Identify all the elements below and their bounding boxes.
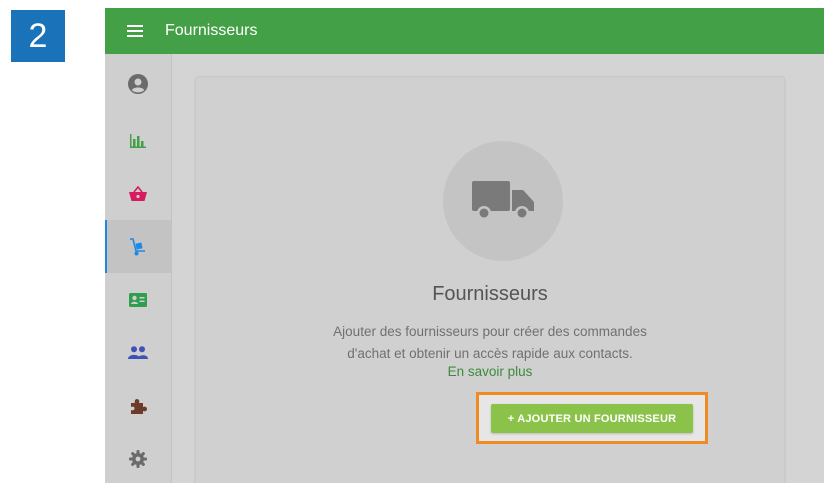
highlight-frame: + AJOUTER UN FOURNISSEUR	[476, 392, 708, 444]
people-icon	[128, 346, 148, 359]
page-title: Fournisseurs	[165, 22, 258, 39]
sidebar-item-employees[interactable]	[105, 326, 171, 379]
sidebar-item-account[interactable]	[105, 54, 171, 114]
add-supplier-button[interactable]: + AJOUTER UN FOURNISSEUR	[491, 404, 693, 433]
empty-state-card: Fournisseurs Ajouter des fournisseurs po…	[195, 76, 785, 483]
bar-chart-icon	[130, 133, 146, 148]
sidebar	[105, 54, 172, 483]
sidebar-item-integrations[interactable]	[105, 379, 171, 432]
empty-state-description: Ajouter des fournisseurs pour créer des …	[310, 321, 670, 365]
sidebar-item-customers[interactable]	[105, 273, 171, 326]
description-line-2: d'achat et obtenir un accès rapide aux c…	[347, 346, 633, 361]
gear-icon	[129, 449, 147, 468]
account-circle-icon	[128, 74, 148, 94]
top-app-bar: Fournisseurs	[105, 8, 824, 54]
app-window: Fournisseurs Fournisseurs Ajouter des fo…	[105, 8, 824, 483]
contact-card-icon	[129, 292, 147, 307]
sidebar-item-settings[interactable]	[105, 432, 171, 483]
step-number-badge: 2	[11, 10, 65, 62]
truck-icon	[472, 181, 534, 220]
sidebar-item-reports[interactable]	[105, 114, 171, 167]
menu-icon[interactable]	[127, 25, 143, 37]
hand-truck-icon	[130, 237, 145, 255]
description-line-1: Ajouter des fournisseurs pour créer des …	[333, 324, 647, 339]
empty-state-illustration	[443, 141, 563, 261]
sidebar-item-inventory[interactable]	[105, 220, 171, 273]
basket-icon	[129, 185, 147, 201]
puzzle-icon	[131, 398, 147, 414]
empty-state-title: Fournisseurs	[432, 283, 548, 305]
sidebar-item-sales[interactable]	[105, 167, 171, 220]
learn-more-link[interactable]: En savoir plus	[196, 364, 784, 379]
